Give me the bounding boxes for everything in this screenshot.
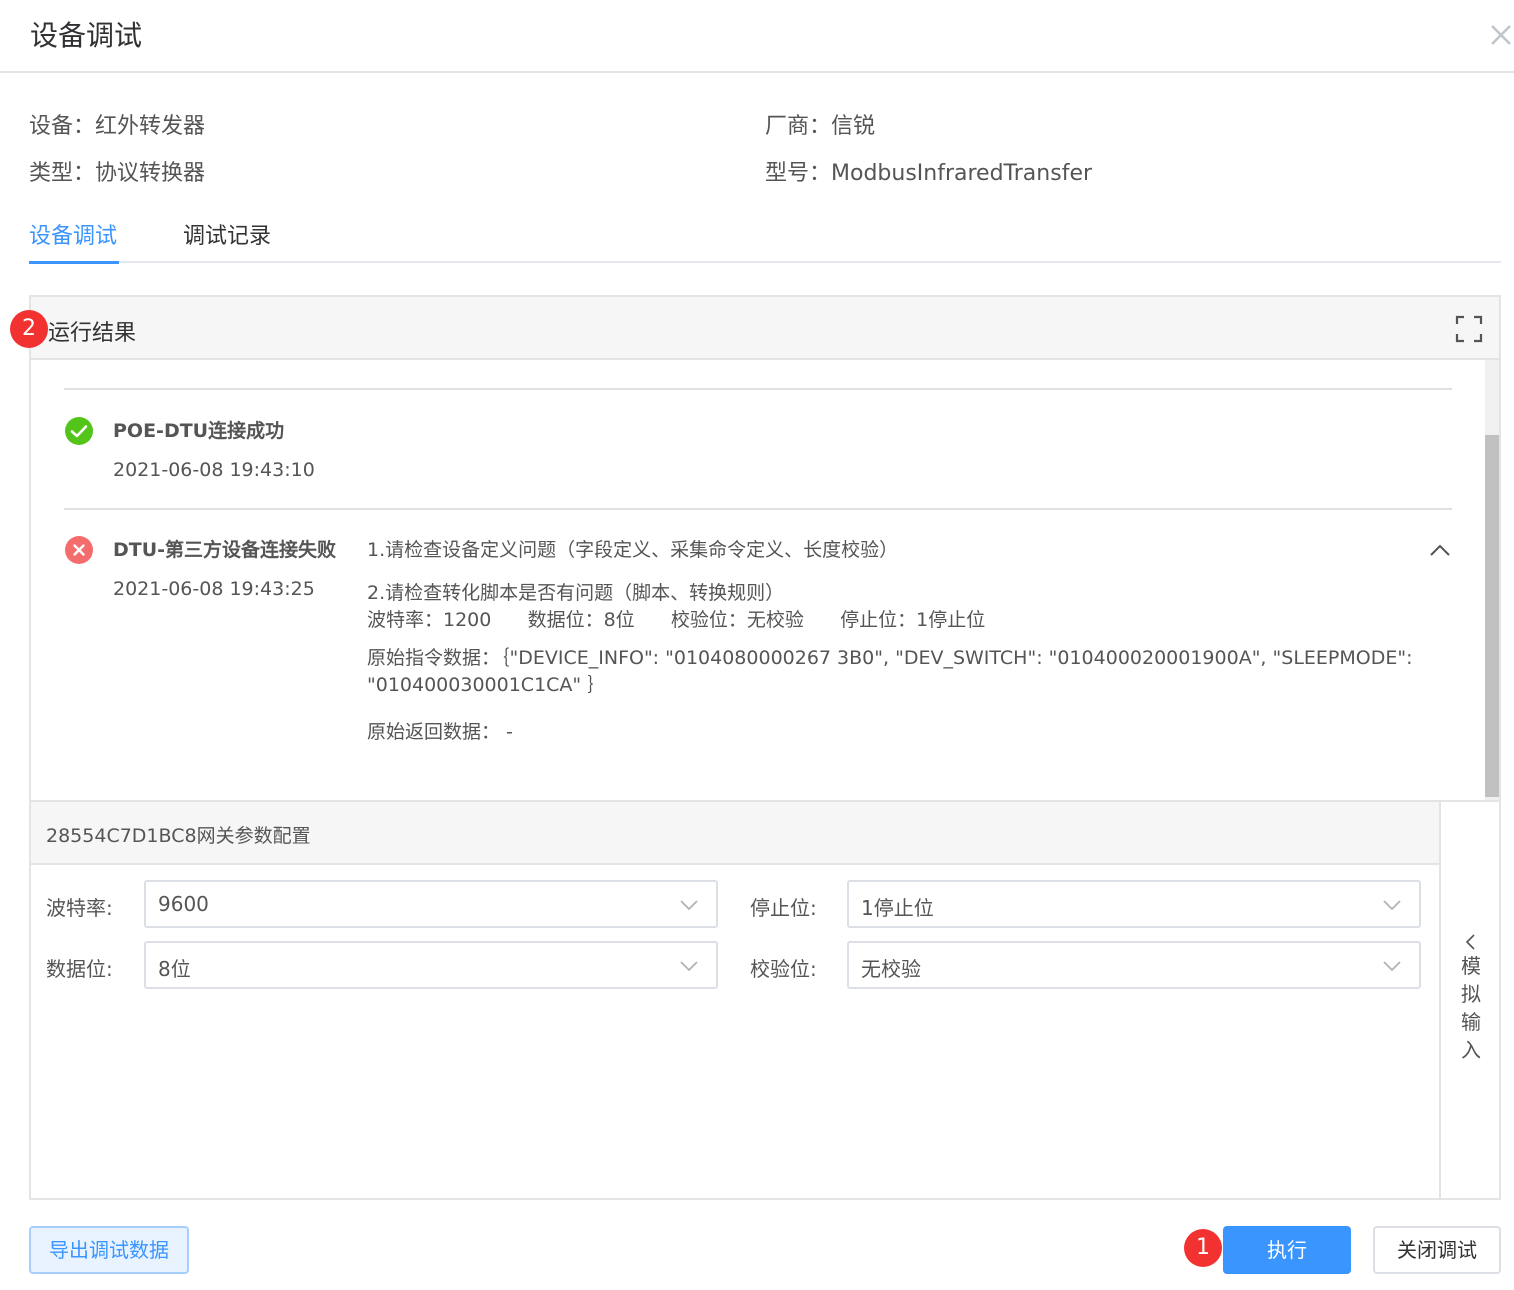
baud-rate-value: 9600 [158,892,209,916]
simulate-input-label: 模拟输入 [1461,954,1481,1062]
parity-value: 无校验 [861,957,921,981]
chevron-down-icon [680,900,698,911]
check-circle-icon [65,417,93,445]
error-circle-icon [65,536,93,564]
data-bit-label: 数据位: [46,957,113,981]
tabs-baseline [29,261,1501,263]
data-bit-value: 8位 [158,957,191,981]
results-panel: 运行结果 POE-DTU连接成功 2021-06-08 19:43:10 DTU… [29,295,1501,1200]
parity-label: 校验位: [750,957,817,981]
results-panel-title: 运行结果 [48,321,137,346]
vendor-info: 厂商：信锐 [765,108,875,140]
vendor-label: 厂商： [765,114,832,139]
raw-command-data: 原始指令数据：｛"DEVICE_INFO": "0104080000267 3B… [367,647,1413,696]
tab-debug-records[interactable]: 调试记录 [183,218,271,250]
result-title-success: POE-DTU连接成功 [113,420,285,442]
tab-device-debug[interactable]: 设备调试 [29,218,117,250]
export-debug-data-button[interactable]: 导出调试数据 [29,1226,189,1274]
close-debug-button[interactable]: 关闭调试 [1373,1226,1501,1274]
tab-active-indicator [29,261,119,264]
step-badge-2: 2 [10,310,48,348]
data-bit-select[interactable]: 8位 [144,941,718,989]
chevron-up-icon[interactable] [1425,536,1455,566]
result-time-success: 2021-06-08 19:43:10 [113,459,315,481]
error-hint-2: 2.请检查转化脚本是否有问题（脚本、转换规则） [367,582,785,604]
fullscreen-icon[interactable] [1454,314,1484,344]
divider [64,388,1452,390]
parity-select[interactable]: 无校验 [847,941,1421,989]
raw-return-data: 原始返回数据： - [367,721,513,743]
device-label: 设备： [29,114,96,139]
error-hint-1: 1.请检查设备定义问题（字段定义、采集命令定义、长度校验） [367,539,899,561]
chevron-down-icon [680,961,698,972]
model-value: ModbusInfraredTransfer [831,161,1093,186]
divider [64,508,1452,510]
type-value: 协议转换器 [95,161,206,186]
chevron-left-icon [1465,934,1475,950]
type-info: 类型：协议转换器 [29,155,205,187]
model-info: 型号：ModbusInfraredTransfer [765,155,1092,187]
baud-rate-label: 波特率: [46,896,113,920]
results-list: POE-DTU连接成功 2021-06-08 19:43:10 DTU-第三方设… [31,360,1499,800]
scrollbar-thumb[interactable] [1485,435,1499,797]
device-info: 设备：红外转发器 [29,108,205,140]
result-time-error: 2021-06-08 19:43:25 [113,578,315,600]
result-title-error: DTU-第三方设备连接失败 [113,539,337,561]
dialog-title: 设备调试 [30,19,143,52]
baud-rate-select[interactable]: 9600 [144,880,718,928]
run-button[interactable]: 执行 [1223,1226,1351,1274]
close-icon[interactable] [1486,20,1514,50]
error-params: 波特率：1200 数据位：8位 校验位：无校验 停止位：1停止位 [367,609,986,631]
chevron-down-icon [1383,900,1401,911]
simulate-input-toggle[interactable]: 模拟输入 [1439,800,1499,1198]
vendor-value: 信锐 [831,114,876,139]
stop-bit-select[interactable]: 1停止位 [847,880,1421,928]
stop-bit-value: 1停止位 [861,896,934,920]
stop-bit-label: 停止位: [750,896,817,920]
gateway-config-title: 28554C7D1BC8网关参数配置 [46,825,311,847]
type-label: 类型： [29,161,96,186]
device-value: 红外转发器 [95,114,206,139]
results-panel-header: 运行结果 [31,297,1499,360]
dialog-header: 设备调试 [0,0,1514,73]
model-label: 型号： [765,161,832,186]
gateway-config: 28554C7D1BC8网关参数配置 波特率: 9600 停止位: 1停止位 数… [31,800,1439,1198]
step-badge-1: 1 [1184,1229,1222,1267]
chevron-down-icon [1383,961,1401,972]
gateway-config-header: 28554C7D1BC8网关参数配置 [31,802,1439,865]
